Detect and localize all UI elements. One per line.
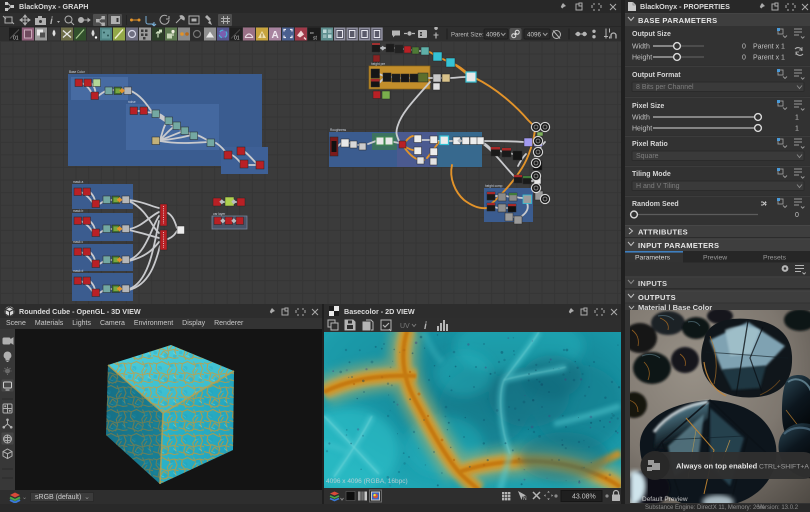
svg-text:INPUTS: INPUTS [638, 279, 667, 288]
svg-text:var layer: var layer [213, 212, 226, 216]
svg-text:Tiling Mode: Tiling Mode [632, 171, 671, 178]
svg-text:i: i [50, 16, 53, 27]
svg-text:height pre: height pre [371, 62, 385, 66]
svg-text:0: 0 [795, 212, 799, 219]
svg-text:mask b: mask b [73, 209, 84, 213]
svg-text:Material | Base Color: Material | Base Color [638, 303, 712, 310]
svg-text:mask c: mask c [73, 240, 84, 244]
svg-text:Always on top enabled: Always on top enabled [676, 462, 758, 471]
svg-text:BASE PARAMETERS: BASE PARAMETERS [638, 16, 717, 25]
svg-text:4096 x 4096 (RGBA, 16bpc): 4096 x 4096 (RGBA, 16bpc) [326, 478, 408, 485]
svg-text:Square: Square [636, 153, 659, 160]
svg-text:8 Bits per Channel: 8 Bits per Channel [636, 84, 694, 91]
svg-text:Output Format: Output Format [632, 72, 681, 79]
svg-text:4096: 4096 [527, 31, 542, 38]
svg-text:A: A [272, 30, 279, 41]
svg-text:Default Preview: Default Preview [642, 496, 688, 503]
svg-text:height comp: height comp [485, 184, 503, 188]
svg-text:4096: 4096 [486, 31, 501, 38]
svg-text:Output Size: Output Size [632, 31, 671, 38]
svg-text:INPUT PARAMETERS: INPUT PARAMETERS [638, 241, 719, 250]
svg-text:noise: noise [128, 100, 136, 104]
svg-text:Parameters: Parameters [635, 255, 671, 262]
svg-text:i: i [424, 321, 427, 332]
svg-text:Parent x 1: Parent x 1 [753, 55, 785, 62]
svg-text:1: 1 [795, 126, 799, 133]
svg-text:Pixel Ratio: Pixel Ratio [632, 141, 668, 148]
svg-text:Roughness: Roughness [330, 128, 347, 132]
svg-text:Presets: Presets [763, 255, 787, 262]
svg-text:Pixel Size: Pixel Size [632, 103, 664, 110]
svg-text:Preview: Preview [703, 255, 727, 262]
svg-text:Base Color: Base Color [69, 70, 86, 74]
svg-text:N: N [523, 496, 527, 502]
svg-text:Parent x 1: Parent x 1 [753, 44, 785, 51]
svg-text:CTRL+SHIFT+A: CTRL+SHIFT+A [759, 464, 809, 471]
svg-text:43.08%: 43.08% [572, 494, 596, 501]
svg-text:H and V Tiling: H and V Tiling [636, 183, 680, 190]
svg-text:Height: Height [632, 55, 652, 62]
svg-text:0: 0 [742, 55, 746, 62]
svg-text:UV: UV [400, 323, 410, 330]
svg-text:ATTRIBUTES: ATTRIBUTES [638, 228, 688, 237]
svg-text:Width: Width [632, 44, 650, 51]
svg-text:Parent Size:: Parent Size: [451, 33, 484, 39]
svg-text:mask d: mask d [73, 269, 84, 273]
svg-text:Random Seed: Random Seed [632, 201, 679, 208]
svg-text:Height: Height [632, 126, 652, 133]
svg-text:OUTPUTS: OUTPUTS [638, 293, 676, 302]
svg-text:1: 1 [795, 115, 799, 122]
svg-text:0: 0 [742, 44, 746, 51]
svg-text:mask a: mask a [73, 180, 84, 184]
svg-text:Width: Width [632, 115, 650, 122]
